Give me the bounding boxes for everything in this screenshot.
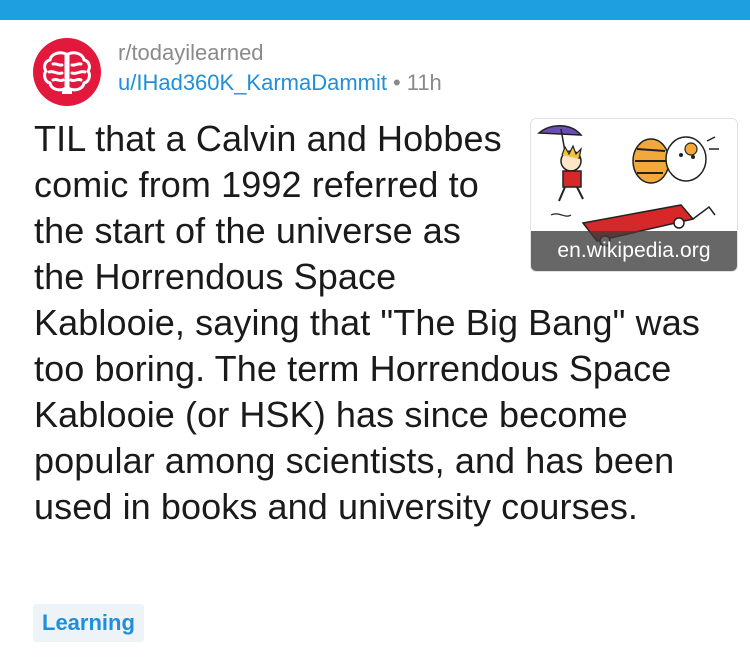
meta-separator: • bbox=[393, 70, 401, 95]
link-thumbnail[interactable]: en.wikipedia.org bbox=[530, 118, 738, 272]
post-age: 11h bbox=[406, 70, 442, 95]
subreddit-name[interactable]: r/todayilearned bbox=[118, 38, 442, 68]
post-title-block[interactable]: en.wikipedia.org TIL that a Calvin and H… bbox=[34, 116, 738, 530]
thumbnail-domain: en.wikipedia.org bbox=[531, 231, 737, 271]
post-meta: r/todayilearned u/IHad360K_KarmaDammit • 1… bbox=[118, 38, 442, 98]
subreddit-avatar[interactable] bbox=[33, 38, 101, 106]
top-bar bbox=[0, 0, 750, 20]
byline: u/IHad360K_KarmaDammit • 11h bbox=[118, 68, 442, 98]
post-flair[interactable]: Learning bbox=[33, 604, 144, 642]
brain-icon bbox=[43, 51, 91, 94]
author-username[interactable]: u/IHad360K_KarmaDammit bbox=[118, 70, 387, 95]
